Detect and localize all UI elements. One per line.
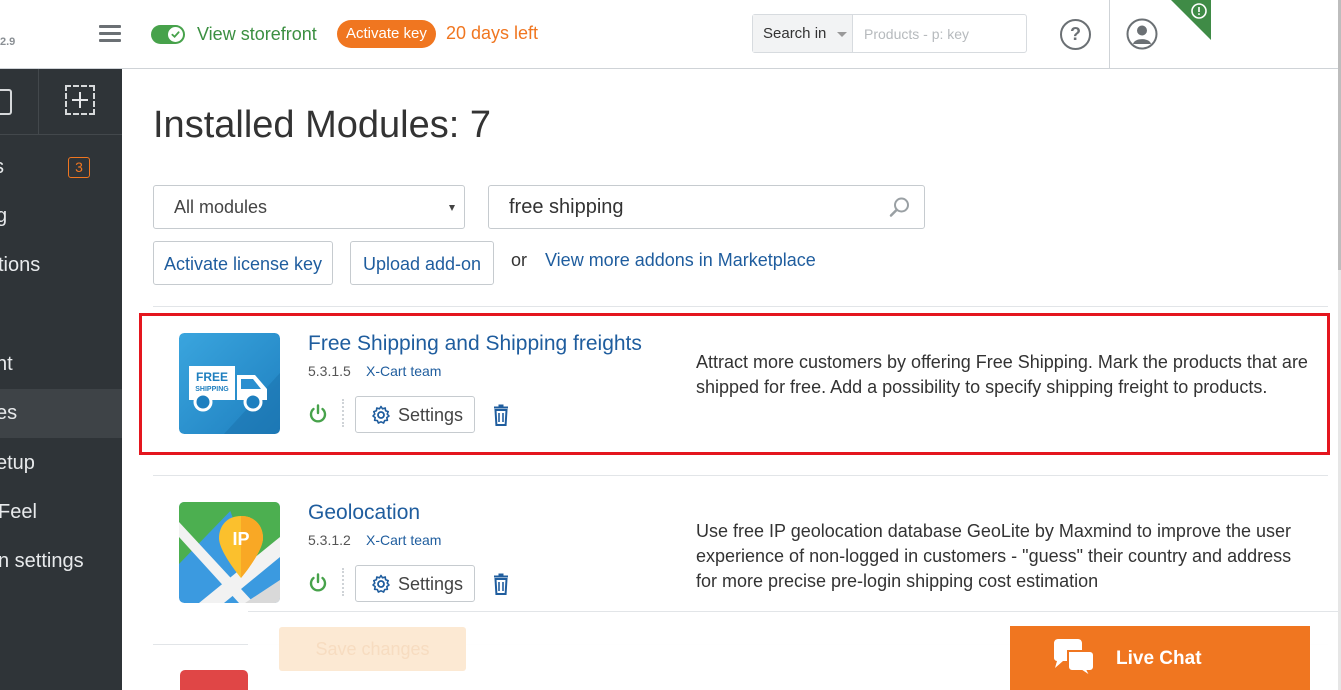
help-icon[interactable]: ? xyxy=(1060,19,1091,50)
module-settings-button[interactable]: Settings xyxy=(355,565,475,602)
header-search-input[interactable] xyxy=(854,15,1026,52)
sidebar-item-content[interactable]: nt xyxy=(0,340,122,389)
upload-addon-button[interactable]: Upload add-on xyxy=(350,241,494,285)
search-in-label: Search in xyxy=(763,25,827,42)
divider xyxy=(153,306,1328,307)
module-version: 5.3.1.2 xyxy=(308,532,351,548)
highlight-frame xyxy=(139,313,1330,455)
power-toggle-icon[interactable] xyxy=(308,573,328,593)
trash-icon[interactable] xyxy=(491,573,511,595)
svg-text:IP: IP xyxy=(232,529,249,549)
sidebar-item-catalog[interactable]: g xyxy=(0,192,122,241)
settings-label: Settings xyxy=(398,574,464,594)
sidebar-item-orders[interactable]: s xyxy=(0,143,122,192)
menu-icon[interactable] xyxy=(99,25,121,43)
geolocation-map-pin-icon: IP xyxy=(179,502,280,603)
activate-license-button[interactable]: Activate license key xyxy=(153,241,333,285)
gear-icon xyxy=(372,574,390,593)
orders-count-badge: 3 xyxy=(68,157,90,178)
divider xyxy=(342,568,344,596)
divider xyxy=(153,475,1328,476)
modules-search-input[interactable]: free shipping xyxy=(488,185,925,229)
toggle-check-icon xyxy=(168,27,183,42)
search-in-dropdown[interactable]: Search in xyxy=(753,15,853,52)
filter-selected-value: All modules xyxy=(174,197,268,217)
module-name-link[interactable]: Geolocation xyxy=(308,501,420,525)
trial-days-left: 20 days left xyxy=(446,23,539,43)
user-avatar-icon[interactable] xyxy=(1126,18,1158,50)
sidebar: s 3 g tions nt es etup Feel n settings xyxy=(0,69,122,690)
module-icon-partial xyxy=(180,670,248,690)
live-chat-label: Live Chat xyxy=(1116,648,1202,669)
search-icon[interactable] xyxy=(889,196,911,223)
search-value: free shipping xyxy=(509,196,624,218)
chat-bubbles-icon xyxy=(1054,639,1095,677)
notification-alert-icon[interactable] xyxy=(1171,0,1211,40)
view-storefront-link[interactable]: View storefront xyxy=(197,24,317,45)
header-search: Search in xyxy=(752,14,1027,53)
sidebar-item-store-setup[interactable]: etup xyxy=(0,439,122,488)
sidebar-item-look-feel[interactable]: Feel xyxy=(0,488,122,537)
module-description: Use free IP geolocation database GeoLite… xyxy=(696,521,1292,591)
chevron-down-icon xyxy=(449,205,455,211)
header-divider xyxy=(1109,0,1110,68)
live-chat-button[interactable]: Live Chat xyxy=(1010,626,1310,690)
sidebar-quick-actions xyxy=(0,69,122,135)
sidebar-item-blank[interactable] xyxy=(0,290,122,339)
storefront-toggle[interactable] xyxy=(151,25,185,44)
save-changes-button[interactable]: Save changes xyxy=(279,627,466,671)
version-label: 2.9 xyxy=(0,36,16,48)
add-widget-icon[interactable] xyxy=(65,85,95,115)
module-row-geolocation: IP Geolocation 5.3.1.2 X-Cart team Setti… xyxy=(153,481,1328,631)
page-title: Installed Modules: 7 xyxy=(153,104,491,146)
dashboard-icon[interactable] xyxy=(0,89,12,115)
chevron-down-icon xyxy=(837,32,847,37)
marketplace-link[interactable]: View more addons in Marketplace xyxy=(545,250,816,271)
activate-key-button[interactable]: Activate key xyxy=(337,20,436,48)
modules-filter-select[interactable]: All modules xyxy=(153,185,465,229)
sidebar-divider xyxy=(38,69,39,135)
sidebar-item-system-settings[interactable]: n settings xyxy=(0,537,122,586)
or-label: or xyxy=(511,250,528,270)
sidebar-item-modules[interactable]: es xyxy=(0,389,122,438)
top-header: 2.9 View storefront Activate key 20 days… xyxy=(0,0,1338,69)
sidebar-item-promotions[interactable]: tions xyxy=(0,241,122,290)
module-author-link[interactable]: X-Cart team xyxy=(366,532,441,548)
